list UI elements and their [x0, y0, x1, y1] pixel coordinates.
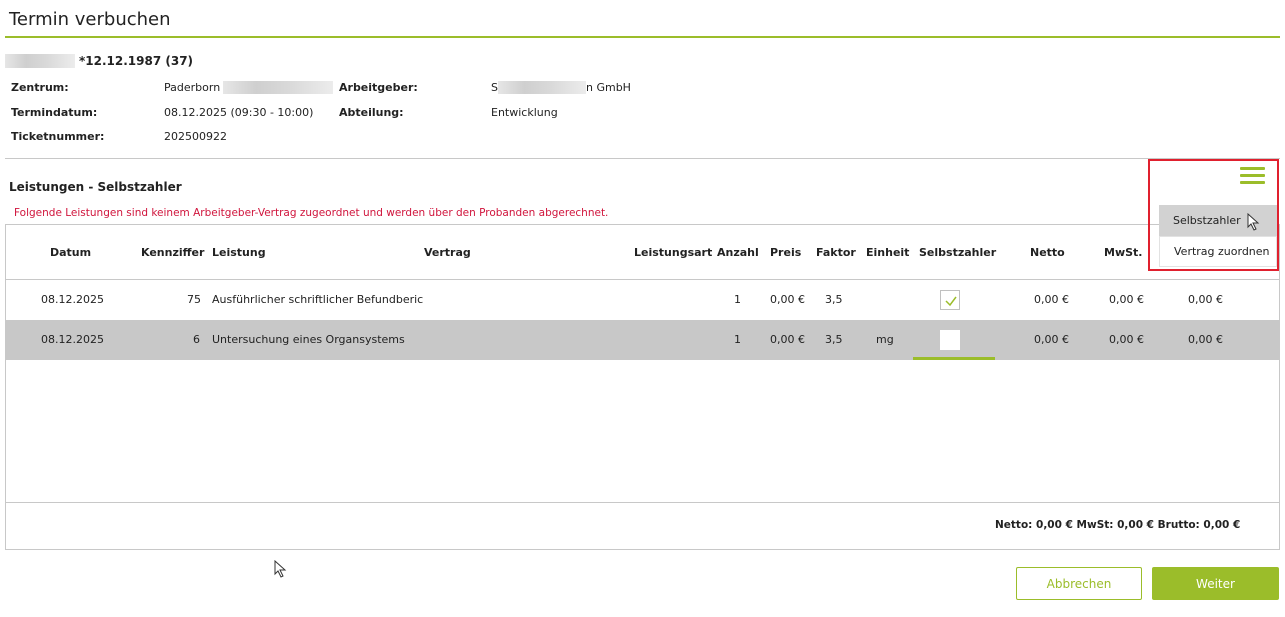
row2-netto: 0,00 € — [1034, 333, 1069, 346]
row1-selbstzahler-checkbox[interactable] — [940, 290, 960, 310]
redacted-name — [5, 54, 75, 68]
redacted-arbeitgeber — [497, 81, 586, 94]
row1-datum: 08.12.2025 — [41, 293, 104, 306]
warning-text: Folgende Leistungen sind keinem Arbeitge… — [14, 207, 609, 219]
col-einheit[interactable]: Einheit — [866, 246, 909, 259]
row1-leistung: Ausführlicher schriftlicher Befundberic — [212, 293, 424, 306]
row2-einheit: mg — [876, 333, 894, 346]
row2-faktor: 3,5 — [825, 333, 843, 346]
arbeitgeber-prefix: S — [491, 81, 498, 94]
termindatum-value: 08.12.2025 (09:30 - 10:00) — [164, 106, 314, 119]
next-button[interactable]: Weiter — [1152, 567, 1279, 600]
section-divider — [5, 158, 1280, 159]
zentrum-label: Zentrum: — [11, 81, 69, 94]
arbeitgeber-suffix: n GmbH — [585, 81, 631, 94]
mouse-cursor-icon — [274, 560, 287, 578]
row2-selbstzahler-checkbox[interactable] — [940, 330, 960, 350]
patient-dob: *12.12.1987 (37) — [79, 54, 194, 68]
cancel-button[interactable]: Abbrechen — [1016, 567, 1142, 600]
ticket-value: 202500922 — [164, 130, 227, 143]
abteilung-value: Entwicklung — [491, 106, 558, 119]
col-datum[interactable]: Datum — [50, 246, 91, 259]
abteilung-label: Abteilung: — [339, 106, 404, 119]
row1-anzahl: 1 — [734, 293, 741, 306]
termindatum-label: Termindatum: — [11, 106, 98, 119]
row1-kennziffer: 75 — [187, 293, 201, 306]
row1-mwst: 0,00 € — [1109, 293, 1144, 306]
row1-preis: 0,00 € — [770, 293, 805, 306]
mouse-cursor-icon — [1247, 213, 1260, 231]
col-vertrag[interactable]: Vertrag — [424, 246, 471, 259]
ticket-label: Ticketnummer: — [11, 130, 105, 143]
row1-brutto: 0,00 € — [1188, 293, 1223, 306]
table-footer-divider — [6, 502, 1279, 503]
zentrum-value: Paderborn — [164, 81, 221, 94]
col-selbstzahler[interactable]: Selbstzahler — [919, 246, 996, 259]
menu-item-label: Selbstzahler — [1173, 214, 1241, 227]
row2-leistung: Untersuchung eines Organsystems — [212, 333, 405, 346]
redacted-zentrum — [223, 81, 334, 94]
row2-kennziffer: 6 — [193, 333, 200, 346]
row2-datum: 08.12.2025 — [41, 333, 104, 346]
row2-mwst: 0,00 € — [1109, 333, 1144, 346]
col-mwst[interactable]: MwSt. — [1104, 246, 1142, 259]
section-title: Leistungen - Selbstzahler — [9, 180, 182, 194]
selbstzahler-focus-underline — [913, 357, 995, 360]
row2-brutto: 0,00 € — [1188, 333, 1223, 346]
col-preis[interactable]: Preis — [770, 246, 801, 259]
col-netto[interactable]: Netto — [1030, 246, 1065, 259]
row2-preis: 0,00 € — [770, 333, 805, 346]
page-title: Termin verbuchen — [9, 9, 171, 30]
row1-netto: 0,00 € — [1034, 293, 1069, 306]
patient-header: *12.12.1987 (37) — [5, 54, 193, 68]
row2-anzahl: 1 — [734, 333, 741, 346]
hamburger-icon[interactable] — [1240, 167, 1265, 184]
checkmark-icon — [945, 296, 957, 307]
col-anzahl[interactable]: Anzahl — [717, 246, 759, 259]
table-totals: Netto: 0,00 € MwSt: 0,00 € Brutto: 0,00 … — [995, 519, 1241, 531]
title-divider — [5, 36, 1280, 38]
arbeitgeber-label: Arbeitgeber: — [339, 81, 418, 94]
col-leistung[interactable]: Leistung — [212, 246, 266, 259]
row1-faktor: 3,5 — [825, 293, 843, 306]
col-kennziffer[interactable]: Kennziffer — [141, 246, 204, 259]
col-leistungsart[interactable]: Leistungsart — [634, 246, 712, 259]
col-faktor[interactable]: Faktor — [816, 246, 856, 259]
menu-item-vertrag-zuordnen[interactable]: Vertrag zuordnen — [1159, 236, 1277, 267]
menu-item-label: Vertrag zuordnen — [1174, 245, 1270, 258]
